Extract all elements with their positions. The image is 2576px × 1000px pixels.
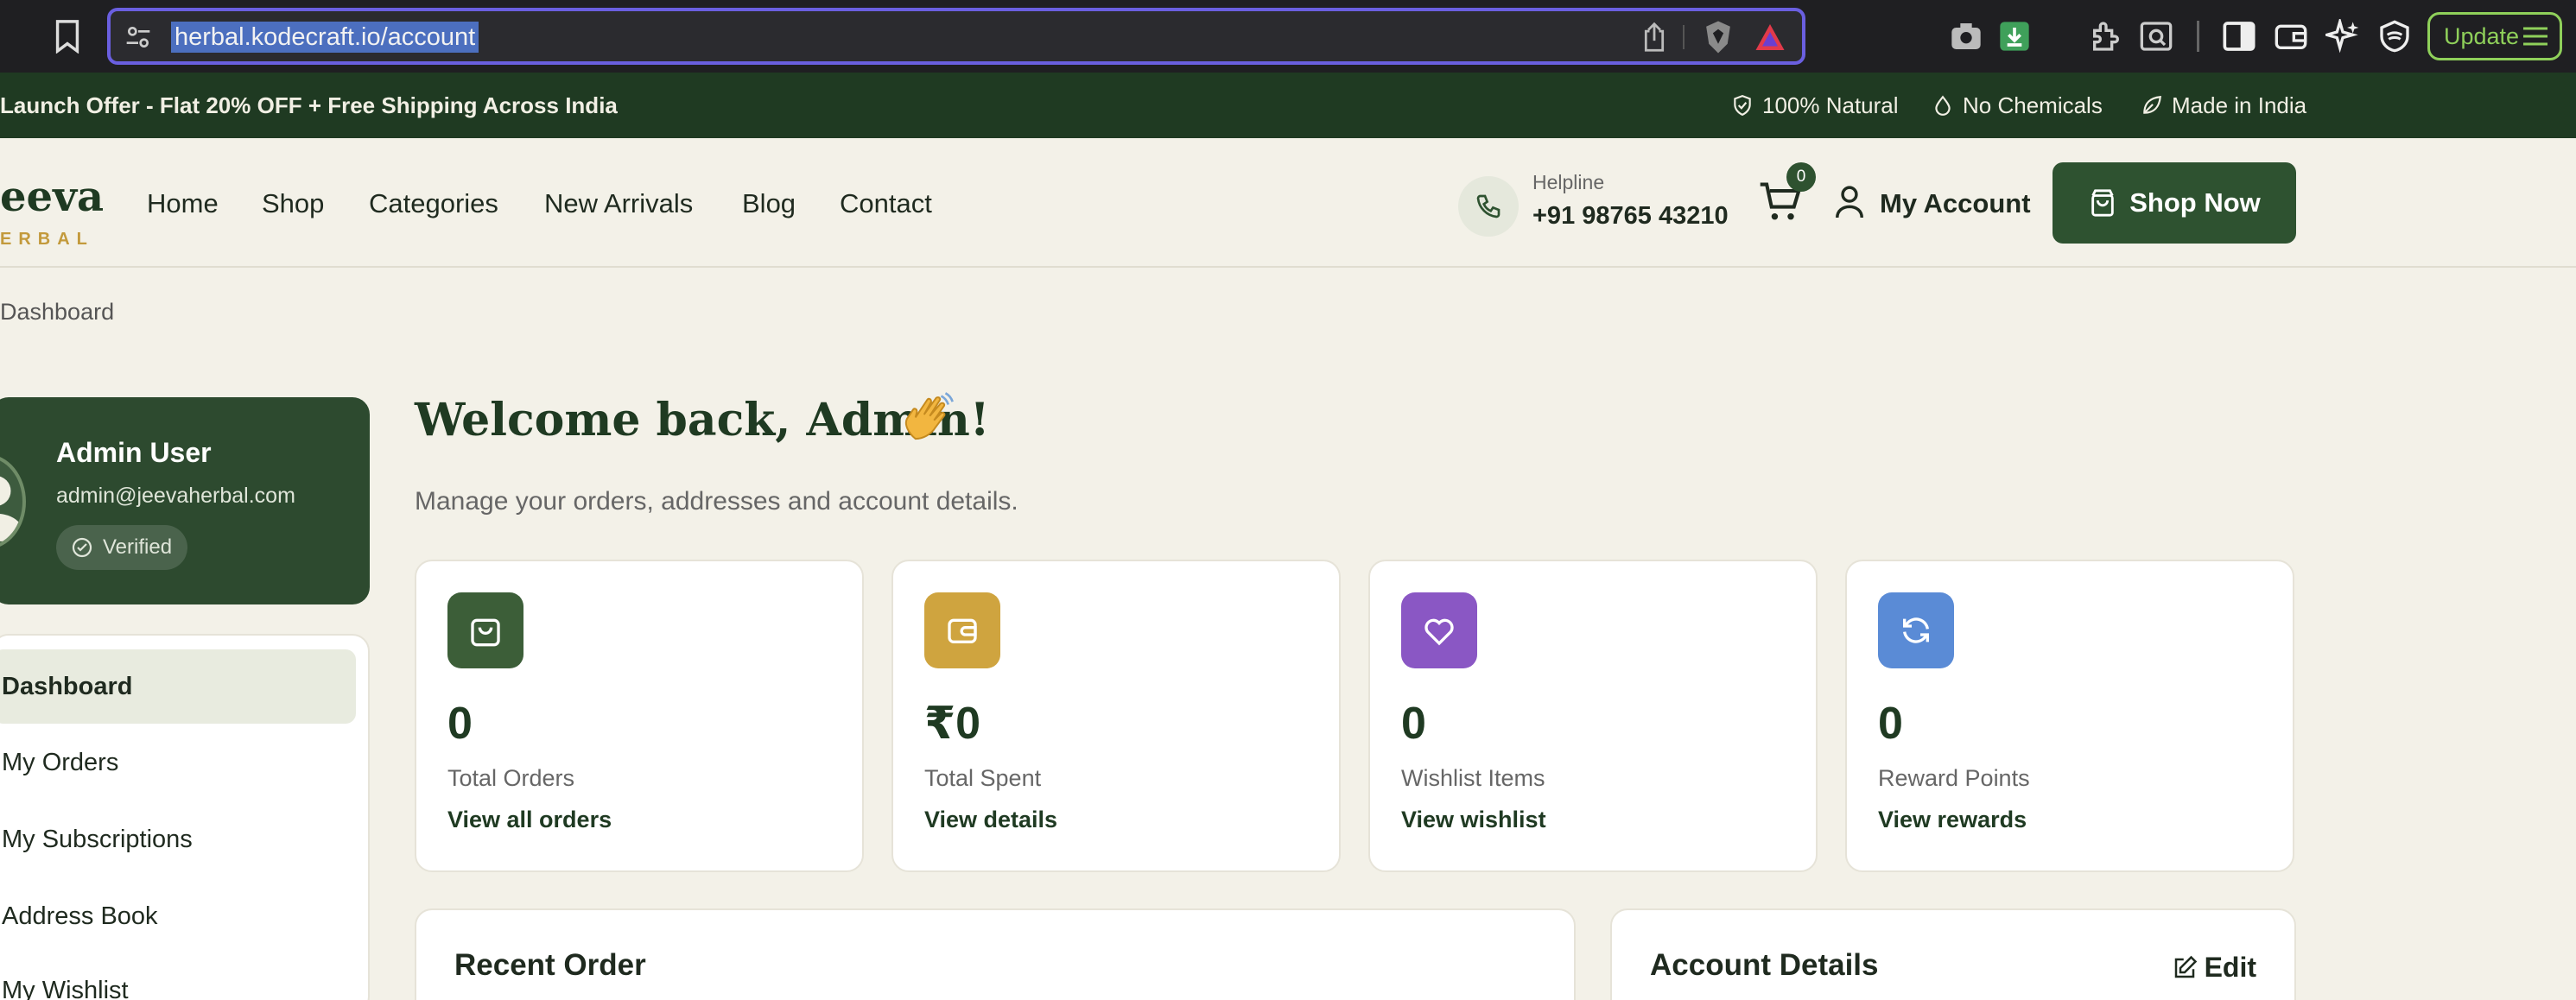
stat-icon-wrap [447,592,523,668]
account-menu: Dashboard My Orders My Subscriptions Add… [0,634,370,1000]
account-details-title: Account Details [1650,948,1879,982]
site-settings-icon[interactable] [124,23,152,51]
waving-hand-icon [904,392,954,440]
wallet-icon[interactable] [2274,19,2308,54]
menu-item-my-orders[interactable]: My Orders [0,725,356,800]
stat-label: Total Spent [924,765,1042,791]
recent-order-title: Recent Order [454,948,646,982]
check-circle-icon [72,537,92,558]
shop-now-button[interactable]: Shop Now [2053,162,2296,244]
nav-shop[interactable]: Shop [262,188,324,219]
stat-label: Total Orders [447,765,575,791]
stat-card-rewards: 0 Reward Points View rewards [1845,560,2294,872]
stat-card-spent: ₹0 Total Spent View details [891,560,1341,872]
share-icon[interactable] [1640,22,1669,53]
cart-count-badge: 0 [1786,162,1816,192]
view-details-link[interactable]: View details [924,807,1057,833]
user-silhouette-icon [0,476,22,541]
profile-card: Admin User admin@jeevaherbal.com Verifie… [0,397,370,604]
stat-card-orders: 0 Total Orders View all orders [415,560,864,872]
update-label: Update [2444,23,2520,49]
announcement-bar: Launch Offer - Flat 20% OFF + Free Shipp… [0,73,2576,138]
shopping-bag-icon [2091,189,2114,217]
download-icon[interactable] [1997,19,2032,54]
stat-value: 0 [1401,699,1426,749]
browser-toolbar: herbal.kodecraft.io/account Update [0,0,2576,73]
ai-assistant-icon[interactable] [2325,19,2360,54]
stat-label: Wishlist Items [1401,765,1545,791]
logo-tagline: ERBAL [0,230,94,249]
update-button[interactable]: Update [2427,12,2562,60]
account-details-panel: Account Details Edit [1610,908,2296,1000]
stat-icon-wrap [1878,592,1954,668]
made-in-india-badge: Made in India [2141,73,2306,138]
view-rewards-link[interactable]: View rewards [1878,807,2027,833]
helpline-label: Helpline [1532,171,1605,193]
menu-item-dashboard[interactable]: Dashboard [0,649,356,724]
divider [2197,21,2199,52]
helpline-number[interactable]: +91 98765 43210 [1532,202,1729,231]
view-all-orders-link[interactable]: View all orders [447,807,612,833]
camera-icon[interactable] [1949,19,1983,54]
shield-check-icon [1734,95,1751,117]
my-account-link[interactable]: My Account [1880,188,2031,219]
breadcrumb: Dashboard [0,299,115,325]
edit-label: Edit [2204,952,2256,983]
site-header: eeva ERBAL Home Shop Categories New Arri… [0,138,2576,268]
menu-item-my-subscriptions[interactable]: My Subscriptions [0,802,356,877]
sidebar-toggle-icon[interactable] [2222,19,2256,54]
refresh-icon [1903,617,1929,643]
page-search-icon[interactable] [2139,19,2173,54]
avatar [0,454,26,549]
hamburger-menu-icon [2523,27,2547,46]
verified-label: Verified [103,535,173,559]
menu-item-address-book[interactable]: Address Book [0,879,356,953]
url-text[interactable]: herbal.kodecraft.io/account [171,22,479,53]
logo-wordmark[interactable]: eeva [0,173,104,221]
view-wishlist-link[interactable]: View wishlist [1401,807,1546,833]
phone-icon [1476,194,1501,218]
dashboard-subtitle: Manage your orders, addresses and accoun… [415,487,1018,516]
user-icon[interactable] [1833,183,1866,219]
extensions-icon[interactable] [2089,19,2123,54]
edit-account-button[interactable]: Edit [2172,952,2256,984]
stat-icon-wrap [1401,592,1477,668]
menu-item-my-wishlist[interactable]: My Wishlist [0,953,356,1000]
heart-icon [1424,618,1454,646]
nav-categories[interactable]: Categories [369,188,498,219]
stat-icon-wrap [924,592,1000,668]
no-chemicals-badge: No Chemicals [1932,73,2103,138]
vpn-shield-icon[interactable] [2377,19,2412,54]
address-bar[interactable]: herbal.kodecraft.io/account [107,8,1805,65]
badge-label: 100% Natural [1762,92,1899,118]
leaf-icon [2143,96,2161,114]
natural-badge: 100% Natural [1731,73,1899,138]
stat-value: 0 [1878,699,1903,749]
stat-card-wishlist: 0 Wishlist Items View wishlist [1368,560,1818,872]
recent-order-panel: Recent Order [415,908,1576,1000]
bag-icon [471,618,500,647]
nav-blog[interactable]: Blog [742,188,796,219]
stat-value: ₹0 [924,699,981,749]
helpline-icon-wrap [1458,176,1519,237]
brave-rewards-icon[interactable] [1754,22,1786,53]
divider [1683,25,1685,49]
badge-label: No Chemicals [1963,92,2103,118]
nav-home[interactable]: Home [147,188,219,219]
nav-new-arrivals[interactable]: New Arrivals [544,188,693,219]
wallet-icon [948,618,977,643]
verified-badge: Verified [56,525,188,570]
brave-shields-icon[interactable] [1702,20,1735,54]
bookmark-icon[interactable] [52,19,83,54]
profile-email: admin@jeevaherbal.com [56,484,295,508]
droplet-icon [1935,95,1951,116]
nav-contact[interactable]: Contact [840,188,932,219]
stat-value: 0 [447,699,473,749]
launch-offer-text: Launch Offer - Flat 20% OFF + Free Shipp… [0,92,618,118]
stat-label: Reward Points [1878,765,2030,791]
edit-icon [2174,955,2197,978]
badge-label: Made in India [2172,92,2307,118]
shop-now-label: Shop Now [2129,187,2261,218]
profile-name: Admin User [56,437,212,468]
